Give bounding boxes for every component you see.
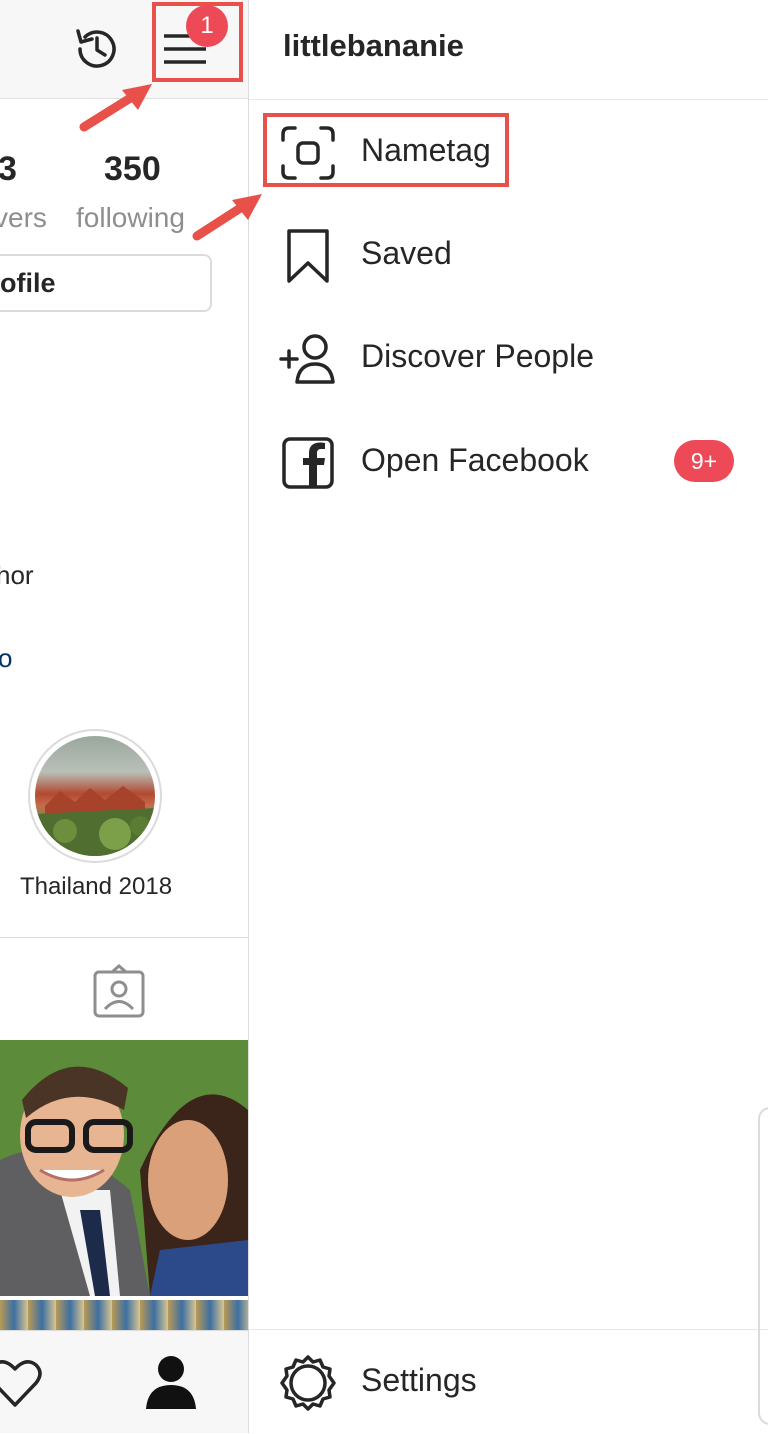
- bottom-navigation: [0, 1330, 248, 1433]
- add-person-icon: [279, 330, 337, 388]
- grid-photo[interactable]: [0, 1040, 248, 1296]
- arrow-to-nametag-icon: [192, 194, 262, 241]
- highlight-label: Thailand 2018: [19, 873, 173, 900]
- grid-photo-partial[interactable]: [0, 1300, 248, 1330]
- bio-link[interactable]: o: [0, 643, 12, 674]
- facebook-icon: [279, 434, 337, 492]
- tagged-photos-icon[interactable]: [92, 964, 146, 1018]
- arrow-to-menu-icon: [79, 84, 152, 132]
- highlight-cover-image: [35, 736, 155, 856]
- menu-item-settings[interactable]: Settings: [249, 1338, 768, 1428]
- settings-label: Settings: [361, 1362, 477, 1398]
- bio-text: hor: [0, 560, 34, 590]
- section-divider: [0, 937, 248, 938]
- menu-item-label: Open Facebook: [361, 442, 589, 478]
- menu-item-label: Discover People: [361, 338, 594, 374]
- menu-item-discover-people[interactable]: Discover People: [249, 314, 768, 404]
- settings-gear-icon: [279, 1354, 337, 1412]
- scroll-edge: [758, 1107, 768, 1425]
- menu-item-open-facebook[interactable]: Open Facebook 9+: [249, 418, 768, 508]
- profile-icon[interactable]: [142, 1353, 200, 1411]
- drawer-footer: Settings: [249, 1329, 768, 1434]
- facebook-badge: 9+: [674, 440, 734, 482]
- annotation-arrows: [79, 84, 262, 241]
- heart-icon[interactable]: [0, 1355, 44, 1413]
- story-highlight[interactable]: [28, 729, 162, 863]
